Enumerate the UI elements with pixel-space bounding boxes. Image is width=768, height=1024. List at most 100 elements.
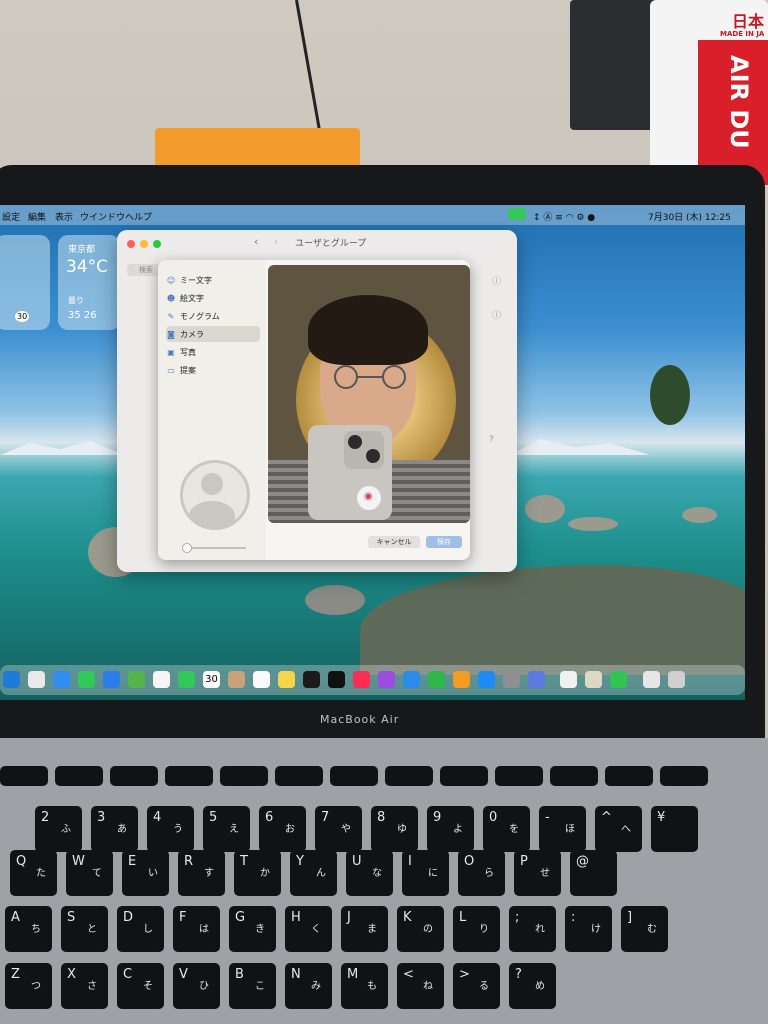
keyboard-key[interactable]: Yん bbox=[290, 850, 337, 896]
keyboard-key[interactable]: :け bbox=[565, 906, 612, 952]
keyboard-key[interactable]: Dし bbox=[117, 906, 164, 952]
help-icon[interactable]: ? bbox=[489, 435, 494, 445]
keynote-icon[interactable] bbox=[403, 671, 420, 688]
menu-item-help[interactable]: ヘルプ bbox=[125, 210, 152, 223]
keyboard-key[interactable]: > る bbox=[453, 963, 500, 1009]
function-key[interactable] bbox=[110, 766, 158, 786]
minimize-button[interactable] bbox=[140, 240, 148, 248]
keyboard-key[interactable]: Kの bbox=[397, 906, 444, 952]
keyboard-key[interactable]: @ bbox=[570, 850, 617, 896]
menu-item-window[interactable]: ウインドウ bbox=[80, 210, 125, 223]
keyboard-key[interactable]: Iに bbox=[402, 850, 449, 896]
info-icon[interactable]: ⓘ bbox=[492, 274, 501, 287]
keyboard-key[interactable]: 0を bbox=[483, 806, 530, 852]
slider-knob[interactable] bbox=[182, 543, 192, 553]
keyboard-key[interactable]: Lり bbox=[453, 906, 500, 952]
keyboard-key[interactable]: Tか bbox=[234, 850, 281, 896]
keyboard-key[interactable]: 9よ bbox=[427, 806, 474, 852]
keyboard-key[interactable]: Mも bbox=[341, 963, 388, 1009]
app-store-icon[interactable] bbox=[478, 671, 495, 688]
keyboard-key[interactable]: Sと bbox=[61, 906, 108, 952]
back-arrow-icon[interactable]: ‹ bbox=[254, 235, 258, 248]
zoom-slider[interactable] bbox=[182, 543, 246, 553]
document-icon[interactable] bbox=[643, 671, 660, 688]
keyboard-key[interactable]: 4う bbox=[147, 806, 194, 852]
keyboard-key[interactable]: Jま bbox=[341, 906, 388, 952]
keyboard-key[interactable]: Uな bbox=[346, 850, 393, 896]
function-key[interactable] bbox=[440, 766, 488, 786]
function-key[interactable] bbox=[550, 766, 598, 786]
numbers-icon[interactable] bbox=[428, 671, 445, 688]
function-key[interactable] bbox=[330, 766, 378, 786]
keyboard-key[interactable]: 8ゆ bbox=[371, 806, 418, 852]
zoom-button[interactable] bbox=[153, 240, 161, 248]
reminders-icon[interactable] bbox=[253, 671, 270, 688]
contacts-icon[interactable] bbox=[228, 671, 245, 688]
keyboard-key[interactable]: Nみ bbox=[285, 963, 332, 1009]
keyboard-key[interactable]: < ね bbox=[397, 963, 444, 1009]
menu-clock[interactable]: 7月30日 (木) 12:25 bbox=[648, 210, 731, 223]
keyboard-key[interactable]: ¥ bbox=[651, 806, 698, 852]
function-key[interactable] bbox=[0, 766, 48, 786]
menu-item-view[interactable]: 表示 bbox=[55, 210, 73, 223]
keyboard-key[interactable]: Aち bbox=[5, 906, 52, 952]
save-button[interactable]: 保存 bbox=[426, 536, 462, 548]
keyboard-key[interactable]: ] む bbox=[621, 906, 668, 952]
keyboard-key[interactable]: -ほ bbox=[539, 806, 586, 852]
info-icon[interactable]: ⓘ bbox=[492, 308, 501, 321]
nav-camera[interactable]: ◙ カメラ bbox=[166, 326, 260, 342]
trash-icon[interactable] bbox=[668, 671, 685, 688]
safari-icon[interactable] bbox=[53, 671, 70, 688]
function-key[interactable] bbox=[385, 766, 433, 786]
keyboard-key[interactable]: Pせ bbox=[514, 850, 561, 896]
app-icon[interactable] bbox=[585, 671, 602, 688]
keyboard-key[interactable]: Fは bbox=[173, 906, 220, 952]
keyboard-key[interactable]: ? め bbox=[509, 963, 556, 1009]
keyboard-key[interactable]: ; れ bbox=[509, 906, 556, 952]
close-button[interactable] bbox=[127, 240, 135, 248]
finder-icon[interactable] bbox=[3, 671, 20, 688]
calendar-widget[interactable]: 30 bbox=[0, 235, 50, 330]
keyboard-key[interactable]: Eい bbox=[122, 850, 169, 896]
keyboard-key[interactable]: Zつ bbox=[5, 963, 52, 1009]
facetime-icon[interactable] bbox=[178, 671, 195, 688]
keyboard-key[interactable]: Xさ bbox=[61, 963, 108, 1009]
keyboard-key[interactable]: ^ へ bbox=[595, 806, 642, 852]
keyboard-key[interactable]: Hく bbox=[285, 906, 332, 952]
chrome-icon[interactable] bbox=[560, 671, 577, 688]
function-key[interactable] bbox=[605, 766, 653, 786]
keyboard-key[interactable]: 7や bbox=[315, 806, 362, 852]
keyboard-key[interactable]: Wて bbox=[66, 850, 113, 896]
system-settings-icon[interactable] bbox=[503, 671, 520, 688]
keyboard-key[interactable]: 5え bbox=[203, 806, 250, 852]
freeform-icon[interactable] bbox=[303, 671, 320, 688]
forward-arrow-icon[interactable]: › bbox=[274, 235, 278, 248]
function-key[interactable] bbox=[495, 766, 543, 786]
notes-icon[interactable] bbox=[278, 671, 295, 688]
nav-photos[interactable]: ▣ 写真 bbox=[166, 344, 260, 360]
menu-item-edit[interactable]: 編集 bbox=[28, 210, 46, 223]
nav-emoji[interactable]: ☻ 絵文字 bbox=[166, 290, 260, 306]
app-icon[interactable] bbox=[528, 671, 545, 688]
phone-icon[interactable] bbox=[610, 671, 627, 688]
maps-icon[interactable] bbox=[128, 671, 145, 688]
keyboard-key[interactable]: 3あ bbox=[91, 806, 138, 852]
photos-icon[interactable] bbox=[153, 671, 170, 688]
nav-memoji[interactable]: ☺ ミー文字 bbox=[166, 272, 260, 288]
tv-icon[interactable] bbox=[328, 671, 345, 688]
keyboard-key[interactable]: Gき bbox=[229, 906, 276, 952]
function-key[interactable] bbox=[165, 766, 213, 786]
menu-item-settings[interactable]: 設定 bbox=[2, 210, 20, 223]
messages-icon[interactable] bbox=[78, 671, 95, 688]
cancel-button[interactable]: キャンセル bbox=[368, 536, 420, 548]
nav-monogram[interactable]: ✎ モノグラム bbox=[166, 308, 260, 324]
pages-icon[interactable] bbox=[453, 671, 470, 688]
function-key[interactable] bbox=[275, 766, 323, 786]
keyboard-key[interactable]: 2ふ bbox=[35, 806, 82, 852]
keyboard-key[interactable]: Rす bbox=[178, 850, 225, 896]
function-key[interactable] bbox=[220, 766, 268, 786]
weather-widget[interactable]: 東京都 34°C 曇り 35 26 bbox=[58, 235, 120, 330]
keyboard-key[interactable]: Vひ bbox=[173, 963, 220, 1009]
keyboard-key[interactable]: Cそ bbox=[117, 963, 164, 1009]
keyboard-key[interactable]: Qた bbox=[10, 850, 57, 896]
